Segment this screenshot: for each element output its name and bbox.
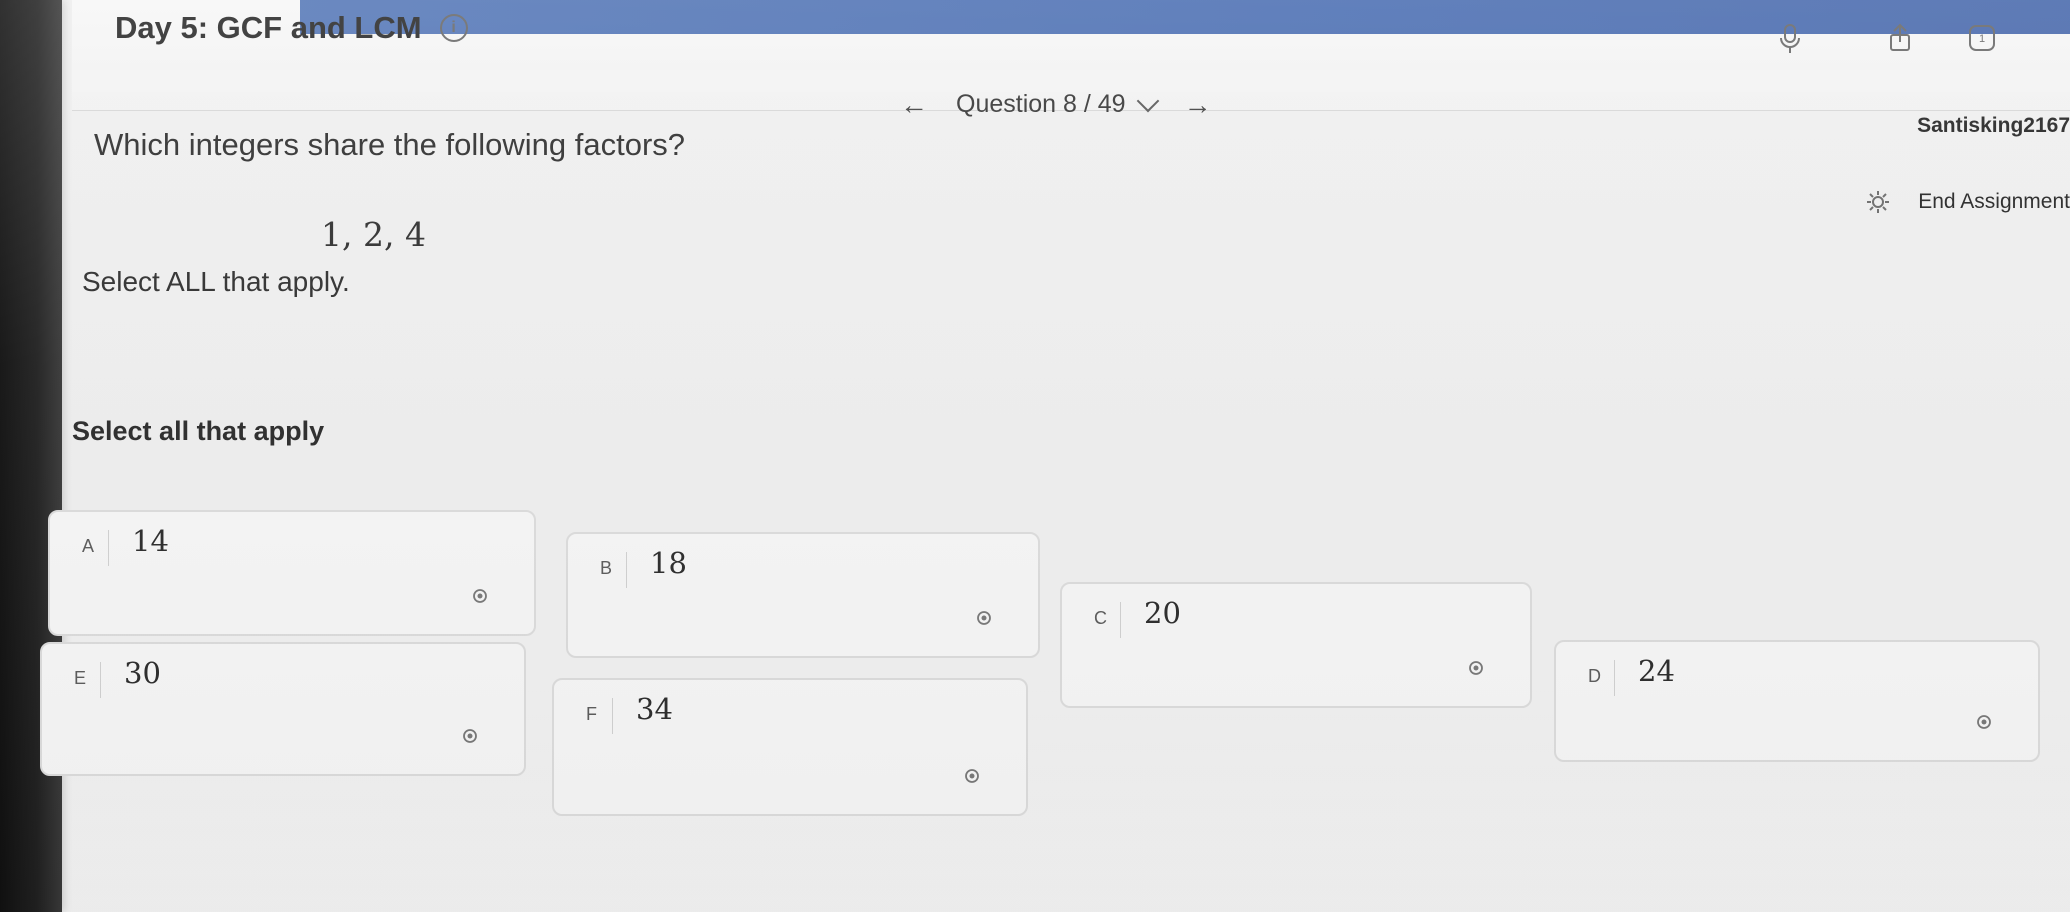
- option-value: 14: [132, 524, 169, 558]
- assignment-title: Day 5: GCF and LCM: [115, 10, 422, 45]
- notification-icon[interactable]: 1: [1964, 20, 2000, 56]
- option-letter: D: [1588, 666, 1601, 686]
- end-assignment-button[interactable]: End Assignment: [1918, 190, 2070, 214]
- page-title: Day 5: GCF and LCM i: [115, 10, 468, 46]
- question-selector[interactable]: Question 8 / 49: [956, 89, 1159, 119]
- option-letter: A: [82, 536, 95, 556]
- option-value: 18: [650, 546, 687, 580]
- notification-count: 1: [1979, 33, 1985, 45]
- eye-off-icon[interactable]: [460, 726, 480, 746]
- eye-off-icon[interactable]: [974, 608, 994, 628]
- question-counter: Question 8 / 49: [956, 90, 1126, 118]
- factor-list: 1, 2, 4: [321, 215, 426, 254]
- user-name: Santisking2167: [1917, 114, 2070, 137]
- gear-icon[interactable]: [1864, 188, 1892, 216]
- option-letter: F: [586, 704, 597, 724]
- option-divider: [100, 662, 101, 698]
- option-divider: [108, 530, 109, 566]
- answer-option-a[interactable]: A 14: [48, 510, 536, 636]
- option-divider: [626, 552, 627, 588]
- eye-off-icon[interactable]: [1466, 658, 1486, 678]
- eye-off-icon[interactable]: [1974, 712, 1994, 732]
- share-icon[interactable]: [1882, 20, 1918, 56]
- info-icon[interactable]: i: [439, 14, 468, 42]
- option-value: 34: [636, 692, 673, 726]
- option-letter: E: [74, 668, 87, 688]
- answer-option-b[interactable]: B 18: [566, 532, 1040, 658]
- microphone-icon[interactable]: [1772, 20, 1808, 56]
- arrow-right-icon[interactable]: →: [1184, 90, 1212, 119]
- option-divider: [612, 698, 613, 734]
- arrow-left-icon[interactable]: ←: [900, 90, 928, 119]
- chevron-down-icon: [1136, 89, 1159, 112]
- option-letter: B: [600, 558, 613, 578]
- option-value: 24: [1638, 654, 1675, 688]
- assignment-screen: Day 5: GCF and LCM i ← Question 8 / 49 →…: [0, 0, 2070, 912]
- option-letter: C: [1094, 608, 1107, 628]
- question-navigation: ← Question 8 / 49 →: [900, 89, 1212, 119]
- top-toolbar-icons: 1 Santisking2167 End Assignment: [1730, 8, 2070, 213]
- answer-option-e[interactable]: E 30: [40, 642, 526, 776]
- answer-option-c[interactable]: C 20: [1060, 582, 1532, 708]
- answer-option-d[interactable]: D 24: [1554, 640, 2040, 762]
- question-prompt: Which integers share the following facto…: [94, 127, 686, 162]
- option-divider: [1614, 660, 1615, 696]
- end-assignment-control[interactable]: End Assignment: [1864, 188, 2070, 216]
- option-divider: [1120, 602, 1121, 638]
- selection-instruction: Select ALL that apply.: [82, 266, 350, 297]
- answer-option-f[interactable]: F 34: [552, 678, 1028, 816]
- eye-off-icon[interactable]: [470, 586, 490, 606]
- option-value: 20: [1144, 596, 1181, 630]
- selection-subhead: Select all that apply: [72, 416, 325, 446]
- option-value: 30: [124, 656, 161, 690]
- eye-off-icon[interactable]: [962, 766, 982, 786]
